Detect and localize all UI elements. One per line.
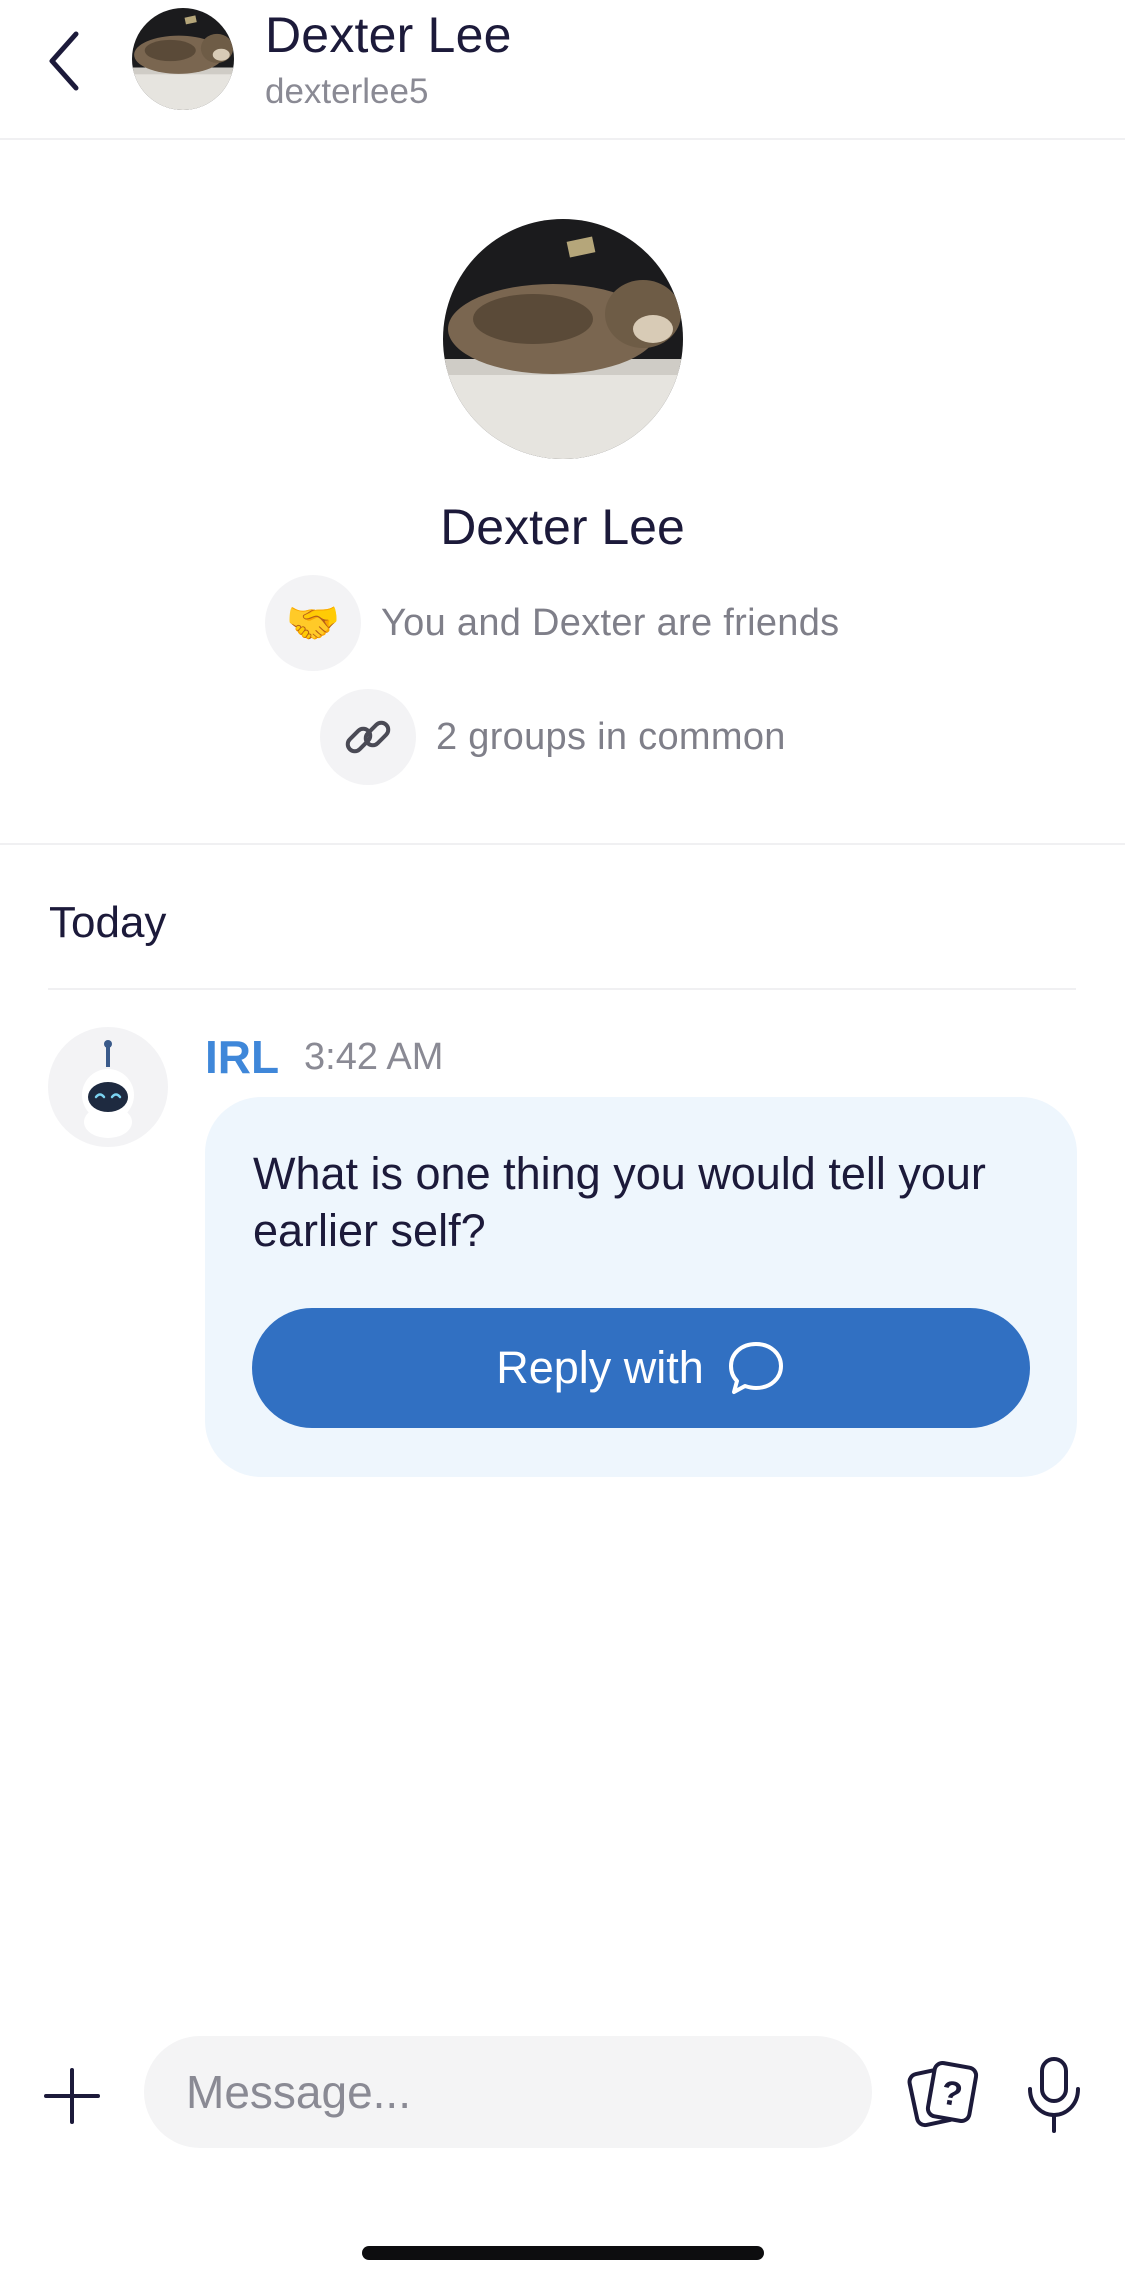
- question-cards-button[interactable]: ?: [905, 2055, 985, 2135]
- message-text: What is one thing you would tell your ea…: [253, 1148, 986, 1256]
- message-bubble: What is one thing you would tell your ea…: [205, 1097, 1077, 1477]
- voice-message-button[interactable]: [1022, 2055, 1086, 2135]
- robot-icon: [82, 1040, 134, 1138]
- header-avatar[interactable]: [132, 8, 234, 110]
- message-sender[interactable]: IRL: [205, 1030, 279, 1084]
- chat-screen: Dexter Lee dexterlee5 Dexter Lee 🤝 You a…: [0, 0, 1125, 2284]
- add-attachment-button[interactable]: [42, 2066, 102, 2126]
- header-name[interactable]: Dexter Lee: [265, 6, 512, 64]
- chat-header: Dexter Lee dexterlee5: [0, 0, 1125, 140]
- friends-text: You and Dexter are friends: [381, 601, 840, 644]
- date-label: Today: [49, 898, 167, 947]
- question-card-icon: ?: [907, 2061, 979, 2128]
- link-icon: [320, 689, 416, 785]
- microphone-icon: [1028, 2057, 1080, 2133]
- header-username: dexterlee5: [265, 72, 429, 111]
- friends-row: 🤝 You and Dexter are friends: [265, 575, 839, 671]
- handshake-icon: 🤝: [265, 575, 361, 671]
- profile-avatar[interactable]: [443, 219, 683, 459]
- message-input[interactable]: [144, 2036, 872, 2148]
- chevron-left-icon: [49, 31, 79, 91]
- reply-button-label: Reply with: [496, 1342, 704, 1393]
- back-button[interactable]: [40, 26, 90, 96]
- divider: [0, 843, 1125, 845]
- cat-photo: [132, 8, 234, 110]
- home-indicator[interactable]: [362, 2246, 764, 2260]
- divider: [48, 988, 1076, 990]
- chat-bubble-icon: [728, 1342, 783, 1394]
- irl-bot-avatar[interactable]: [48, 1027, 168, 1147]
- cat-photo: [443, 219, 683, 459]
- message-time: 3:42 AM: [304, 1036, 444, 1078]
- plus-icon: [44, 2068, 100, 2124]
- groups-row[interactable]: 2 groups in common: [320, 689, 786, 785]
- profile-name: Dexter Lee: [440, 499, 685, 555]
- groups-text: 2 groups in common: [436, 715, 786, 758]
- reply-with-button[interactable]: Reply with: [252, 1308, 1030, 1428]
